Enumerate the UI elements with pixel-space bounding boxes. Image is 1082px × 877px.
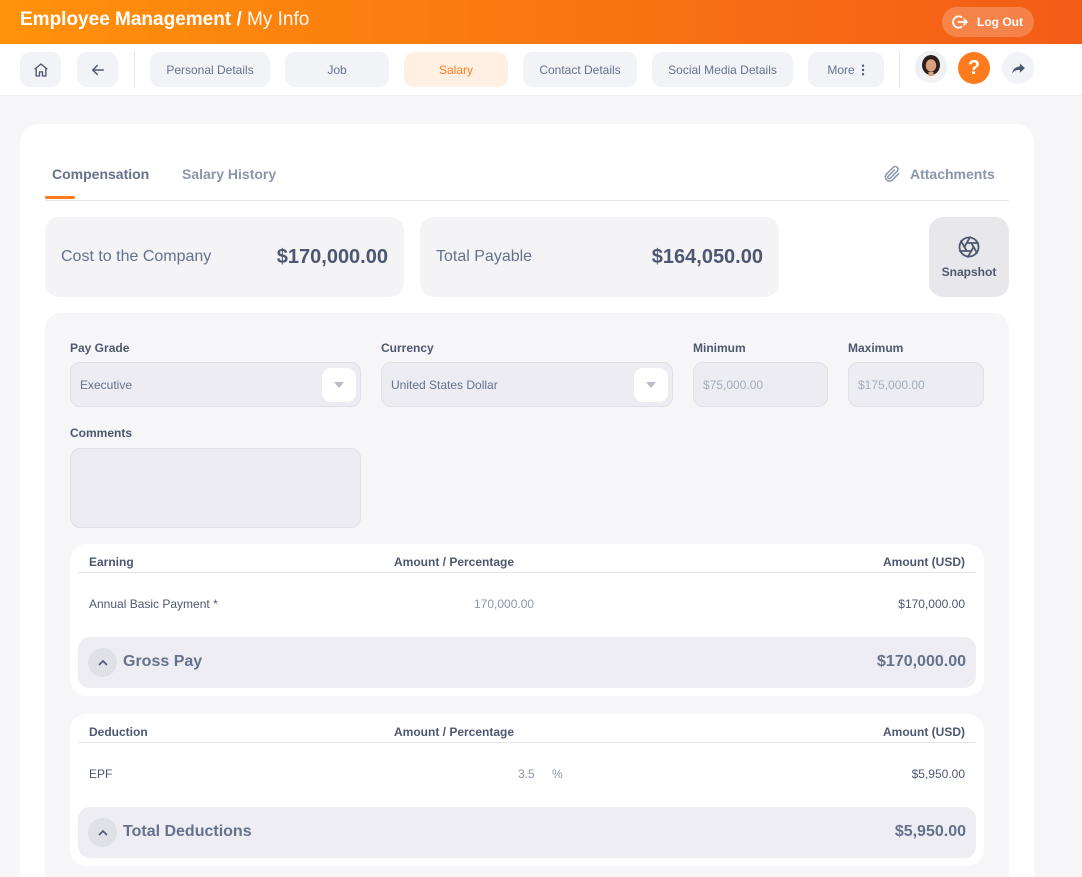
logout-button[interactable]: Log Out bbox=[942, 7, 1034, 37]
title-separator: / bbox=[236, 9, 242, 30]
earning-row-amount: 170,000.00 bbox=[474, 597, 535, 611]
logout-label: Log Out bbox=[977, 15, 1023, 29]
snapshot-button[interactable]: Snapshot bbox=[929, 217, 1009, 297]
total-deductions-row: Total Deductions $5,950.00 bbox=[78, 807, 976, 858]
app-name: Employee Management bbox=[20, 9, 232, 30]
tab-compensation[interactable]: Compensation bbox=[52, 166, 149, 182]
maximum-field: $175,000.00 bbox=[848, 362, 984, 407]
deduction-column-header: Deduction bbox=[89, 725, 148, 739]
tab-salary-history[interactable]: Salary History bbox=[182, 166, 276, 182]
tab-job[interactable]: Job bbox=[285, 52, 389, 87]
paperclip-icon bbox=[884, 165, 900, 182]
top-bar: Employee Management / My Info Log Out bbox=[0, 0, 1082, 44]
deduction-row-unit: % bbox=[552, 767, 563, 781]
total-deductions-label: Total Deductions bbox=[123, 823, 252, 840]
caret-down-icon bbox=[334, 382, 344, 388]
salary-form-panel: Pay Grade Executive Currency United Stat… bbox=[45, 313, 1009, 877]
nav-divider bbox=[134, 52, 135, 88]
earnings-header-divider bbox=[78, 572, 976, 573]
earning-row-name: Annual Basic Payment * bbox=[89, 597, 218, 611]
deduction-row-usd: $5,950.00 bbox=[911, 767, 965, 781]
gross-pay-label: Gross Pay bbox=[123, 653, 203, 670]
minimum-label: Minimum bbox=[693, 341, 746, 355]
gross-pay-value: $170,000.00 bbox=[877, 653, 966, 670]
total-payable-label: Total Payable bbox=[436, 248, 533, 265]
attachments-label: Attachments bbox=[910, 166, 995, 182]
pay-grade-select[interactable]: Executive bbox=[70, 362, 361, 407]
deductions-header-divider bbox=[78, 742, 976, 743]
more-menu-button[interactable]: More bbox=[808, 52, 884, 87]
gross-pay-row: Gross Pay $170,000.00 bbox=[78, 637, 976, 688]
snapshot-label: Snapshot bbox=[941, 265, 997, 279]
tab-social-media-details[interactable]: Social Media Details bbox=[652, 52, 793, 87]
tab-contact-details[interactable]: Contact Details bbox=[523, 52, 637, 87]
user-avatar-image bbox=[915, 51, 947, 83]
logout-icon bbox=[952, 15, 968, 29]
deduction-row-amount: 3.5 bbox=[518, 767, 535, 781]
pay-grade-dropdown-button[interactable] bbox=[322, 368, 356, 402]
share-button[interactable] bbox=[1002, 52, 1034, 84]
total-deductions-value: $5,950.00 bbox=[894, 823, 966, 840]
attachments-button[interactable]: Attachments bbox=[882, 164, 995, 184]
help-button[interactable]: ? bbox=[958, 52, 990, 84]
home-icon bbox=[33, 62, 48, 77]
total-payable-value: $164,050.00 bbox=[651, 245, 763, 268]
earning-row-usd: $170,000.00 bbox=[898, 597, 965, 611]
tab-divider bbox=[45, 200, 1009, 201]
comments-label: Comments bbox=[70, 426, 133, 440]
earnings-table: Earning Amount / Percentage Amount (USD)… bbox=[70, 544, 984, 696]
currency-dropdown-button[interactable] bbox=[634, 368, 668, 402]
earning-usd-column-header: Amount (USD) bbox=[883, 555, 965, 569]
deduction-row-name: EPF bbox=[89, 767, 113, 781]
currency-value: United States Dollar bbox=[391, 377, 498, 392]
comments-textarea[interactable] bbox=[70, 448, 361, 528]
app-title: Employee Management / My Info bbox=[20, 9, 309, 31]
salary-card: Compensation Salary History Attachments … bbox=[20, 124, 1034, 877]
earning-column-header: Earning bbox=[89, 555, 134, 569]
nav-divider-right bbox=[899, 52, 900, 88]
total-deductions-collapse-button[interactable] bbox=[88, 818, 117, 847]
more-vertical-icon bbox=[861, 64, 864, 75]
cost-to-company-value: $170,000.00 bbox=[276, 245, 388, 268]
user-avatar[interactable] bbox=[915, 51, 947, 83]
maximum-label: Maximum bbox=[848, 341, 904, 355]
page-subtitle: My Info bbox=[247, 9, 310, 30]
chevron-up-icon bbox=[98, 659, 107, 666]
deduction-usd-column-header: Amount (USD) bbox=[883, 725, 965, 739]
home-button[interactable] bbox=[20, 52, 61, 87]
pay-grade-label: Pay Grade bbox=[70, 341, 130, 355]
active-tab-indicator bbox=[45, 196, 75, 199]
back-button[interactable] bbox=[77, 52, 118, 87]
tab-personal-details[interactable]: Personal Details bbox=[150, 52, 270, 87]
currency-label: Currency bbox=[381, 341, 434, 355]
gross-pay-collapse-button[interactable] bbox=[88, 648, 117, 677]
minimum-field: $75,000.00 bbox=[693, 362, 828, 407]
cost-to-company-label: Cost to the Company bbox=[61, 248, 212, 265]
total-payable-box: Total Payable $164,050.00 bbox=[420, 217, 779, 297]
aperture-icon bbox=[958, 236, 980, 258]
tab-salary[interactable]: Salary bbox=[404, 52, 508, 87]
share-icon bbox=[1011, 63, 1025, 73]
currency-select[interactable]: United States Dollar bbox=[381, 362, 673, 407]
arrow-left-icon bbox=[91, 64, 104, 75]
cost-to-company-box: Cost to the Company $170,000.00 bbox=[45, 217, 404, 297]
more-label: More bbox=[827, 62, 855, 77]
deductions-table: Deduction Amount / Percentage Amount (US… bbox=[70, 714, 984, 866]
pay-grade-value: Executive bbox=[80, 377, 133, 392]
earning-amount-column-header: Amount / Percentage bbox=[394, 555, 515, 569]
caret-down-icon bbox=[646, 382, 656, 388]
chevron-up-icon bbox=[98, 829, 107, 836]
deduction-amount-column-header: Amount / Percentage bbox=[394, 725, 515, 739]
